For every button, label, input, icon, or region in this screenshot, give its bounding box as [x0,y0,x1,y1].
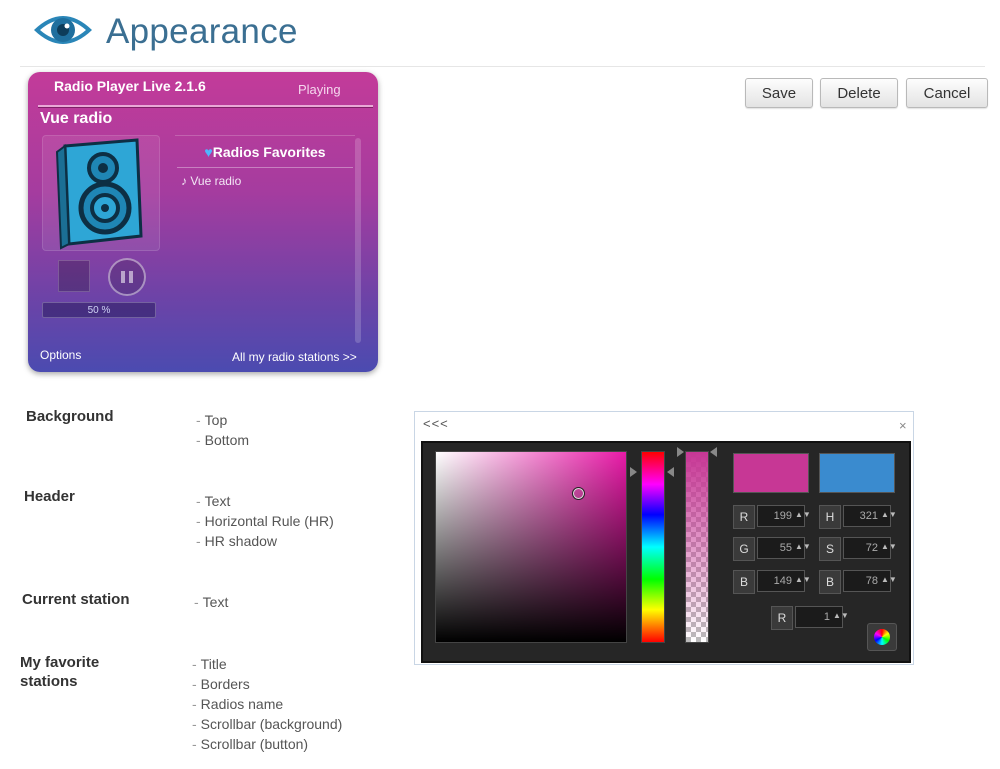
page-title: Appearance [106,12,298,51]
section-header: Header [24,488,75,505]
alpha-arrow-right-icon[interactable] [710,447,717,457]
close-icon[interactable]: × [899,418,907,433]
section-background: Background [26,408,114,425]
all-stations-link[interactable]: All my radio stations >> [232,350,357,364]
delete-button[interactable]: Delete [820,78,898,108]
saturation-value-square[interactable] [435,451,627,643]
stop-button[interactable] [58,260,90,292]
player-app-name: Radio Player Live 2.1.6 [54,78,206,94]
new-color-swatch [733,453,809,493]
option-fav-scrollbar-button[interactable]: - Scrollbar (button) [192,736,308,752]
option-header-hr-shadow[interactable]: - HR shadow [196,533,277,549]
alpha-slider[interactable] [685,451,709,643]
picker-back-button[interactable]: <<< [423,416,449,431]
speaker-icon [55,138,143,250]
pause-button[interactable] [108,258,146,296]
current-color-swatch[interactable] [819,453,895,493]
alpha-arrow-left-icon[interactable] [677,447,684,457]
favorites-divider [177,167,353,168]
color-wheel-button[interactable] [867,623,897,651]
favorite-item[interactable]: ♪ Vue radio [181,174,241,188]
option-header-hr[interactable]: - Horizontal Rule (HR) [196,513,334,529]
option-background-top[interactable]: - Top [196,412,227,428]
player-preview: Radio Player Live 2.1.6 Playing Vue radi… [28,72,378,372]
option-fav-title[interactable]: - Title [192,656,227,672]
option-fav-radios-name[interactable]: - Radios name [192,696,283,712]
option-station-text[interactable]: - Text [194,594,228,610]
favorites-title: ♥Radios Favorites [204,144,326,160]
player-status: Playing [298,82,341,97]
option-header-text[interactable]: - Text [196,493,230,509]
option-fav-borders[interactable]: - Borders [192,676,250,692]
save-button[interactable]: Save [745,78,813,108]
current-station: Vue radio [40,110,113,127]
hue-arrow-right-icon[interactable] [667,467,674,477]
option-fav-scrollbar-bg[interactable]: - Scrollbar (background) [192,716,342,732]
favorites-scrollbar[interactable] [355,138,361,343]
favorites-panel: ♥Radios Favorites ♪ Vue radio [175,135,355,348]
picker-body: R 199 ▲▼ G 55 ▲▼ B 149 ▲▼ H 321 ▲▼ S 72 … [421,441,911,663]
section-current-station: Current station [22,591,130,608]
eye-icon [32,8,94,52]
sv-cursor[interactable] [572,487,585,500]
music-note-icon: ♪ [181,174,187,188]
volume-bar[interactable]: 50 % [42,302,156,318]
speaker-artwork [42,135,160,251]
heart-icon: ♥ [204,144,213,160]
player-header-rule [38,105,373,107]
hue-arrow-left-icon[interactable] [630,467,637,477]
color-picker: <<< × R 199 ▲▼ G 55 ▲▼ B 149 ▲▼ [414,411,914,665]
hue-slider[interactable] [641,451,665,643]
color-wheel-icon [874,629,890,645]
pause-icon [121,271,125,283]
option-background-bottom[interactable]: - Bottom [196,432,249,448]
options-link[interactable]: Options [40,348,81,362]
header-divider [20,66,985,67]
section-favorites: My favorite stations [20,654,100,690]
cancel-button[interactable]: Cancel [906,78,988,108]
